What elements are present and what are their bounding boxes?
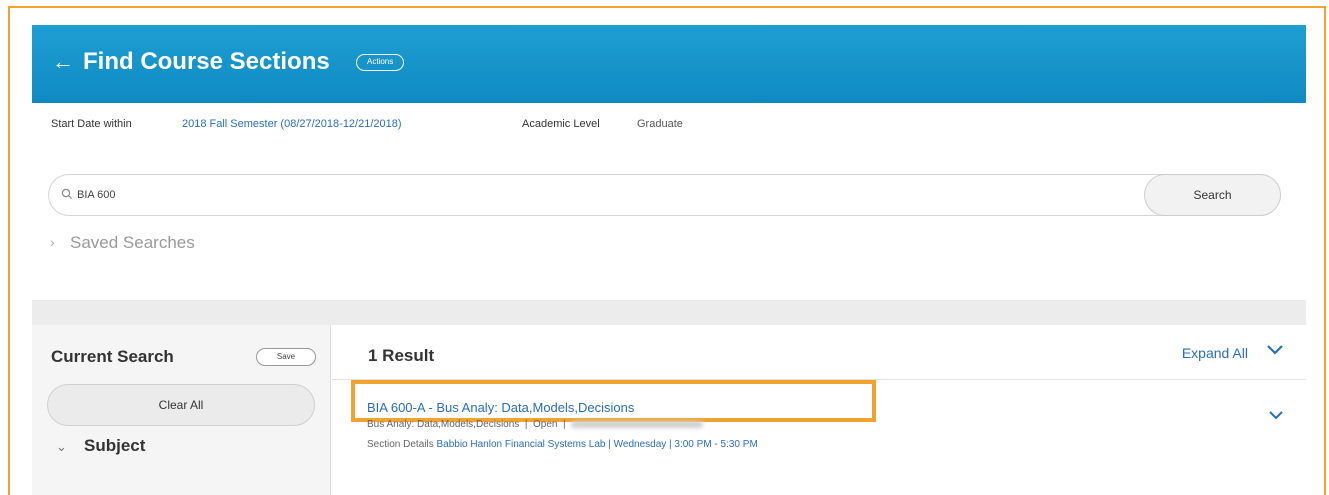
saved-searches[interactable]: › Saved Searches	[50, 233, 195, 253]
chevron-down-icon[interactable]	[1268, 409, 1284, 421]
current-search-heading: Current Search	[51, 347, 174, 366]
page-header: ← Find Course Sections Actions	[32, 25, 1306, 103]
section-details: Section Details Babbio Hanlon Financial …	[367, 439, 758, 450]
search-icon	[61, 188, 73, 200]
course-section-link[interactable]: BIA 600-A - Bus Analy: Data,Models,Decis…	[367, 400, 634, 415]
separator: |	[560, 419, 572, 430]
section-details-label: Section Details	[367, 439, 434, 450]
result-count: 1 Result	[368, 346, 435, 365]
course-summary: Bus Analy: Data,Models,Decisions | Open …	[367, 419, 704, 430]
page-title: Find Course Sections	[83, 48, 330, 75]
start-date-filter-label: Start Date within	[51, 118, 132, 130]
section-divider-band	[32, 300, 1306, 325]
academic-level-value: Graduate	[637, 118, 683, 130]
section-details-value[interactable]: Babbio Hanlon Financial Systems Lab | We…	[436, 439, 757, 450]
expand-all-link[interactable]: Expand All	[1182, 345, 1248, 361]
chevron-right-icon: ›	[50, 234, 55, 250]
back-arrow-icon[interactable]: ←	[52, 49, 74, 75]
course-name: Bus Analy: Data,Models,Decisions	[367, 419, 520, 430]
saved-searches-label: Saved Searches	[70, 233, 195, 252]
facet-sidebar: Current Search Save Clear All ⌄ Subject	[32, 325, 331, 495]
course-status: Open	[533, 419, 558, 430]
separator: |	[522, 419, 534, 430]
chevron-down-icon[interactable]: ⌄	[56, 439, 67, 455]
search-button[interactable]: Search	[1144, 174, 1281, 216]
search-input[interactable]: BIA 600	[77, 189, 116, 201]
redacted-instructor	[571, 420, 704, 428]
subject-facet[interactable]: Subject	[84, 436, 145, 456]
clear-all-button[interactable]: Clear All	[47, 384, 315, 426]
search-bar[interactable]: BIA 600 Search	[48, 174, 1281, 216]
start-date-filter-value[interactable]: 2018 Fall Semester (08/27/2018-12/21/201…	[182, 117, 402, 131]
actions-button[interactable]: Actions	[356, 54, 405, 71]
save-search-button[interactable]: Save	[256, 348, 316, 366]
results-panel: 1 Result Expand All BIA 600-A - Bus Anal…	[332, 325, 1306, 495]
chevron-down-icon[interactable]	[1266, 343, 1284, 357]
academic-level-label: Academic Level	[522, 118, 600, 130]
